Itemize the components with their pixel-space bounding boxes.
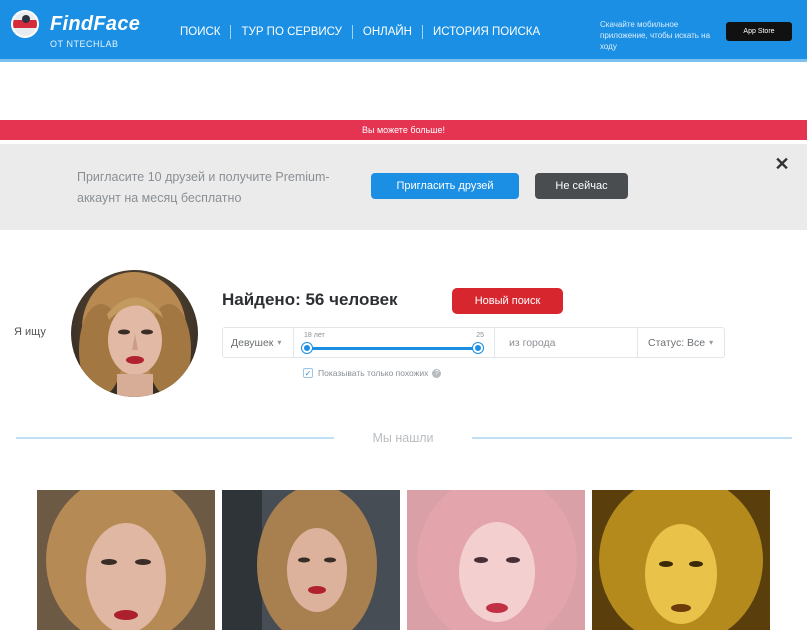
similar-only-checkbox[interactable]: ✓ [303,368,313,378]
result-photo-1[interactable] [37,490,215,630]
chevron-down-icon: ▾ [277,338,282,347]
app-promo-text: Скачайте мобильное приложение, чтобы иск… [600,20,711,51]
result-photo-3[interactable] [407,490,585,630]
search-filters: Девушек ▾ 18 лет 25 Статус: Все ▾ [222,327,725,358]
invite-friends-button[interactable]: Пригласить друзей [371,173,519,199]
upgrade-alert-bar[interactable]: Вы можете больше! [0,120,807,140]
status-select-value: Статус: Все [648,336,706,349]
findface-logo-icon[interactable] [11,10,39,38]
result-photo-4[interactable] [592,490,770,630]
gender-select-value: Девушек [231,336,274,349]
close-icon[interactable]: ✕ [772,154,792,174]
main-nav: поиск тур по сервису онлайн история поис… [180,25,550,39]
result-photo-2[interactable] [222,490,400,630]
nav-item-online[interactable]: онлайн [351,25,422,39]
brand-subtitle: ОТ NTECHLAB [50,39,119,49]
new-search-button[interactable]: Новый поиск [452,288,563,314]
app-store-button[interactable]: App Store [726,22,792,41]
nav-item-search[interactable]: поиск [180,25,230,39]
chevron-down-icon: ▾ [709,338,714,347]
city-input[interactable] [495,328,638,357]
app-store-label: App Store [743,28,775,35]
results-count-title: Найдено: 56 человек [222,290,398,309]
age-max-label: 25 [476,332,484,339]
nav-item-history[interactable]: история поиска [421,25,550,39]
dismiss-button[interactable]: Не сейчас [535,173,628,199]
status-select[interactable]: Статус: Все ▾ [638,328,725,357]
age-range-slider[interactable]: 18 лет 25 [294,328,495,357]
age-min-handle[interactable] [302,343,312,353]
age-min-label: 18 лет [304,332,325,339]
query-photo-avatar[interactable] [71,270,198,397]
alert-text: Вы можете больше! [362,125,445,135]
results-divider-label: Мы нашли [372,431,434,445]
divider-line [472,437,792,439]
age-max-handle[interactable] [473,343,483,353]
divider-line [16,437,334,439]
gender-select[interactable]: Девушек ▾ [223,328,294,357]
age-range-track[interactable] [306,347,481,350]
similar-only-label: Показывать только похожих [318,368,429,378]
site-header: FindFace ОТ NTECHLAB поиск тур по сервис… [0,0,807,62]
invite-panel: Пригласите 10 друзей и получите Premium-… [0,144,807,230]
brand-name[interactable]: FindFace [50,13,140,36]
similar-only-option: ✓ Показывать только похожих ? [303,368,442,378]
invite-text: Пригласите 10 друзей и получите Premium-… [77,170,330,205]
nav-item-tour[interactable]: тур по сервису [230,25,351,39]
help-icon[interactable]: ? [432,368,442,378]
photo-label: Я ищу [14,326,46,338]
